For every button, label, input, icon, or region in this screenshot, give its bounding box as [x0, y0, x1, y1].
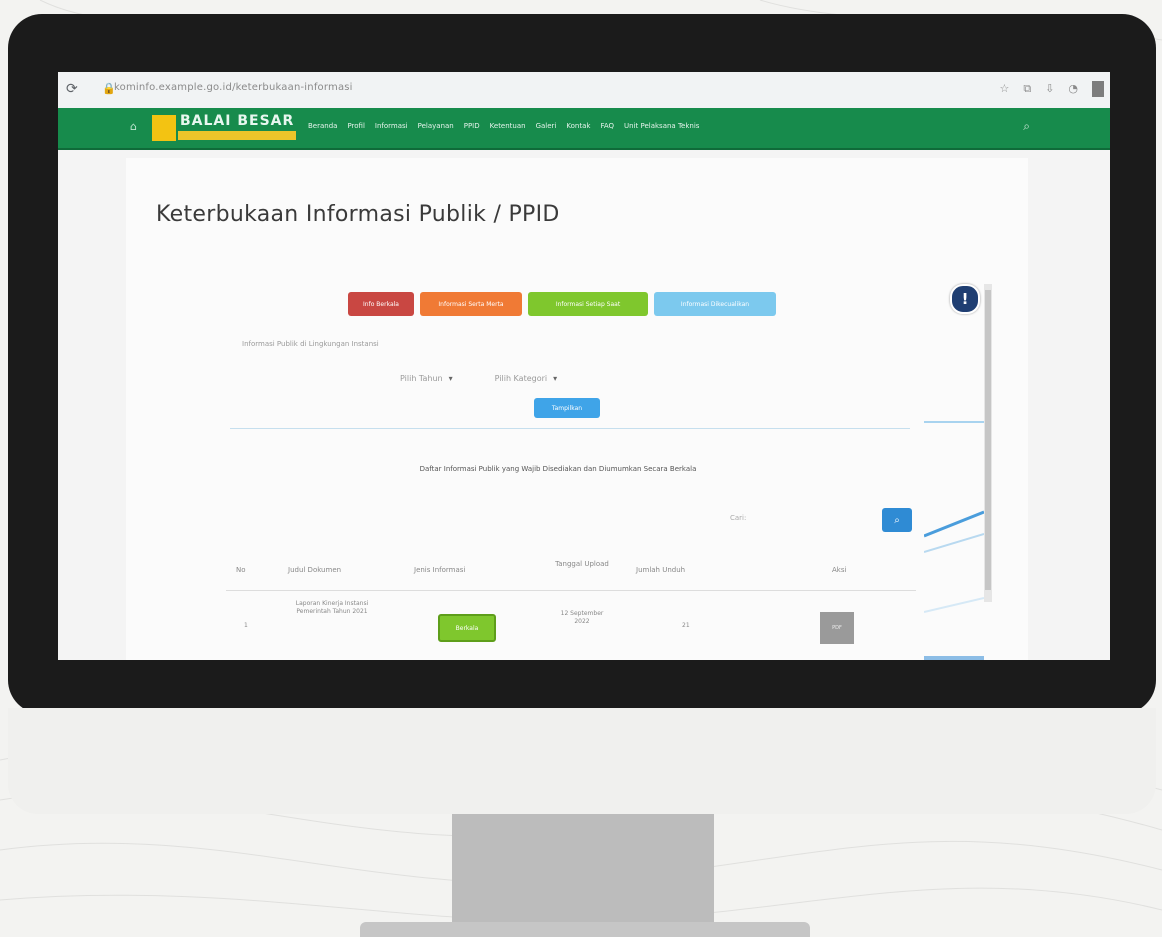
table-row[interactable]: 1 Laporan Kinerja Instansi Pemerintah Ta…: [236, 594, 876, 660]
divider: [230, 428, 910, 429]
star-icon[interactable]: ☆: [999, 82, 1009, 96]
column-header[interactable]: Aksi: [832, 566, 846, 574]
scrollbar-thumb[interactable]: [985, 290, 991, 590]
monitor-stand: [452, 814, 714, 932]
nav-item[interactable]: Unit Pelaksana Teknis: [624, 122, 699, 130]
tab-info-berkala[interactable]: Info Berkala: [348, 292, 414, 316]
nav-item[interactable]: Galeri: [536, 122, 557, 130]
row-title: Laporan Kinerja Instansi Pemerintah Tahu…: [295, 600, 369, 615]
profile-icon[interactable]: ◔: [1068, 82, 1078, 96]
row-number: 1: [244, 622, 248, 629]
filter-submit-button[interactable]: Tampilkan: [534, 398, 600, 418]
row-date: 12 September 2022: [560, 610, 604, 625]
nav-item[interactable]: Profil: [347, 122, 364, 130]
column-header[interactable]: Tanggal Upload: [552, 560, 612, 568]
table-search-label: Cari:: [730, 514, 747, 522]
document-thumbnail[interactable]: PDF: [820, 612, 854, 644]
nav-item[interactable]: Beranda: [308, 122, 337, 130]
extensions-icon[interactable]: ⧉: [1023, 82, 1031, 96]
table-section-title: Daftar Informasi Publik yang Wajib Dised…: [419, 465, 697, 473]
table-header: No Judul Dokumen Jenis Informasi Tanggal…: [236, 552, 856, 592]
scrollbar[interactable]: [984, 284, 992, 602]
nav-item[interactable]: FAQ: [600, 122, 614, 130]
decorative-side-art: [924, 421, 984, 660]
logo-text: BALAI BESAR: [180, 113, 295, 129]
column-header[interactable]: Jumlah Unduh: [636, 566, 685, 574]
home-icon[interactable]: ⌂: [130, 120, 137, 133]
row-category-badge: Berkala: [438, 614, 496, 642]
monitor-chin: [8, 708, 1156, 814]
download-icon[interactable]: ⇩: [1045, 82, 1054, 96]
logo-emblem: [152, 115, 176, 141]
row-count: 21: [682, 622, 690, 629]
browser-toolbar-icons: ☆ ⧉ ⇩ ◔: [999, 82, 1078, 96]
tab-setiap-saat[interactable]: Informasi Setiap Saat: [528, 292, 648, 316]
tab-dikecualikan[interactable]: Informasi Dikecualikan: [654, 292, 776, 316]
section-subtitle: Informasi Publik di Lingkungan Instansi: [242, 340, 379, 348]
page-content: Keterbukaan Informasi Publik / PPID Info…: [126, 158, 1028, 660]
chevron-down-icon[interactable]: ▾: [553, 374, 557, 383]
nav-item[interactable]: Pelayanan: [418, 122, 454, 130]
table-search-button[interactable]: ⌕: [882, 508, 912, 532]
nav-menu: Beranda Profil Informasi Pelayanan PPID …: [308, 122, 699, 130]
browser-address-bar: ⟳ 🔒 kominfo.example.go.id/keterbukaan-in…: [58, 72, 1110, 109]
column-header[interactable]: Judul Dokumen: [288, 566, 341, 574]
search-icon[interactable]: ⌕: [1023, 119, 1030, 134]
url-field[interactable]: kominfo.example.go.id/keterbukaan-inform…: [114, 82, 353, 93]
nav-item[interactable]: Ketentuan: [490, 122, 526, 130]
nav-item[interactable]: Informasi: [375, 122, 408, 130]
site-logo[interactable]: BALAI BESAR: [152, 113, 298, 143]
site-navbar: ⌂ BALAI BESAR Beranda Profil Informasi P…: [58, 108, 1110, 150]
info-icon[interactable]: !: [950, 284, 980, 314]
page-title: Keterbukaan Informasi Publik / PPID: [156, 202, 560, 227]
category-select[interactable]: Pilih Kategori: [495, 374, 547, 383]
logo-stripe: [178, 131, 296, 140]
info-category-tabs: Info Berkala Informasi Serta Merta Infor…: [348, 292, 776, 316]
column-header[interactable]: Jenis Informasi: [414, 566, 465, 574]
nav-item[interactable]: Kontak: [566, 122, 590, 130]
monitor-base: [360, 922, 810, 937]
nav-item[interactable]: PPID: [464, 122, 480, 130]
chevron-down-icon[interactable]: ▾: [449, 374, 453, 383]
filter-row: Pilih Tahun ▾ Pilih Kategori ▾: [400, 374, 557, 383]
tab-serta-merta[interactable]: Informasi Serta Merta: [420, 292, 522, 316]
menu-icon[interactable]: [1092, 81, 1104, 97]
divider: [226, 590, 916, 591]
reload-icon[interactable]: ⟳: [66, 81, 78, 97]
year-select[interactable]: Pilih Tahun: [400, 374, 443, 383]
column-header[interactable]: No: [236, 566, 246, 574]
monitor-screen: ⟳ 🔒 kominfo.example.go.id/keterbukaan-in…: [58, 72, 1110, 660]
